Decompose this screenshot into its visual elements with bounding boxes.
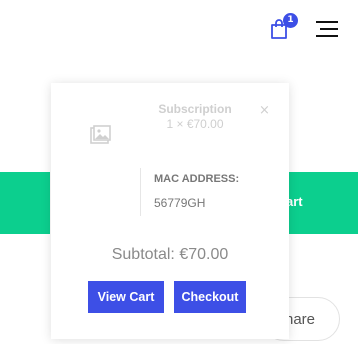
cart-item-quantity-price: 1 × €70.00 <box>166 117 224 131</box>
checkout-button[interactable]: Checkout <box>174 281 246 313</box>
remove-item-icon[interactable]: × <box>259 103 270 118</box>
background-add-to-cart-button-left[interactable] <box>0 172 50 234</box>
cart-subtotal: Subtotal: €70.00 <box>111 246 229 263</box>
share-label: hare <box>285 311 316 328</box>
cart-item-name[interactable]: Subscription <box>131 102 259 116</box>
view-cart-button[interactable]: View Cart <box>88 281 164 313</box>
hamburger-menu-icon[interactable] <box>316 21 338 37</box>
menu-line <box>316 35 338 37</box>
mac-address-value: 56779GH <box>154 196 206 210</box>
background-add-to-cart-button-right[interactable]: art <box>286 172 358 234</box>
menu-line <box>316 21 338 23</box>
mini-cart-dropdown: Subscription 1 × €70.00 × MAC ADDRESS: 5… <box>51 83 289 339</box>
mac-address-label: MAC ADDRESS: <box>154 173 240 185</box>
meta-divider <box>140 168 141 216</box>
image-placeholder-icon <box>90 125 111 144</box>
menu-line <box>320 28 338 30</box>
cart-count-badge: 1 <box>283 13 298 28</box>
